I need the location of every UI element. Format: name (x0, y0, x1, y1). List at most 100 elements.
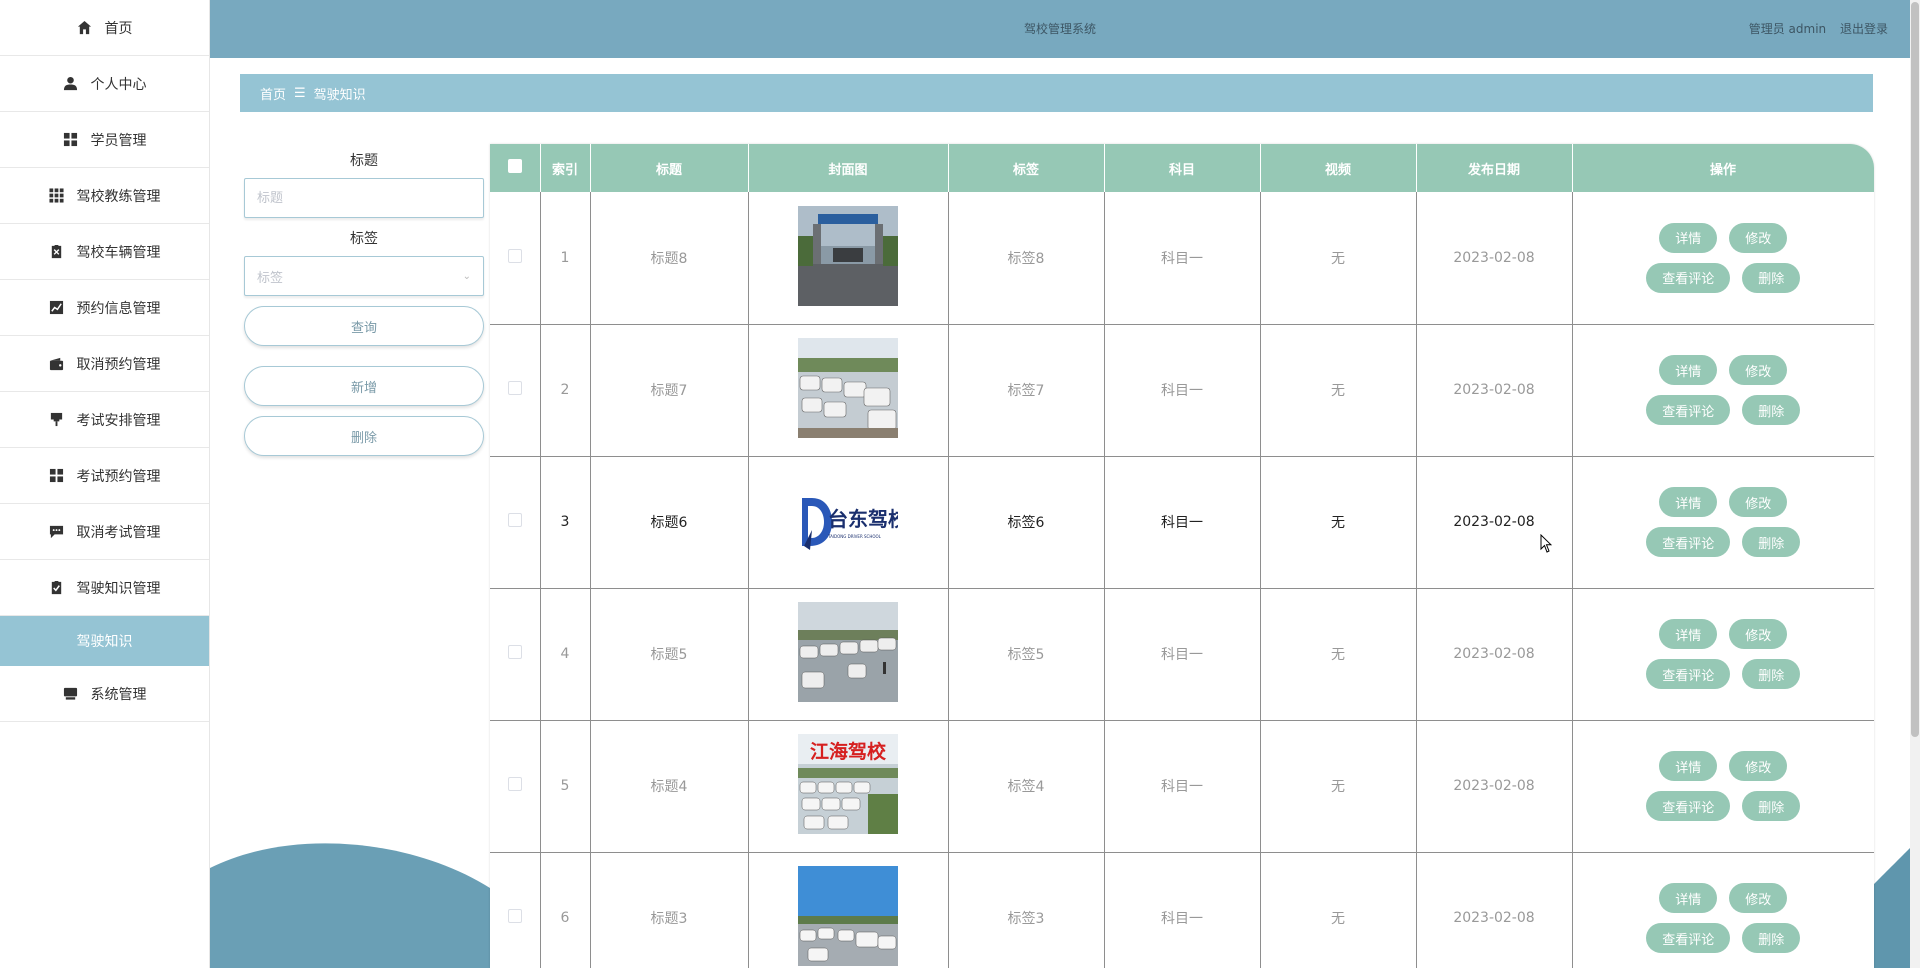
sidebar-item-knowledge[interactable]: 驾驶知识 (0, 616, 209, 666)
scrollbar-thumb[interactable] (1911, 2, 1919, 737)
sidebar-item-system[interactable]: 系统管理 (0, 666, 209, 722)
column-header: 发布日期 (1416, 144, 1573, 192)
row-select-cell[interactable] (490, 192, 541, 325)
subject-cell: 科目一 (1104, 720, 1261, 853)
message-icon (49, 524, 65, 540)
row-select-cell[interactable] (490, 324, 541, 457)
edit-button[interactable]: 修改 (1729, 355, 1788, 385)
video-cell: 无 (1260, 192, 1417, 325)
row-checkbox[interactable] (507, 777, 522, 791)
index-cell: 2 (540, 324, 591, 457)
sidebar-item-label: 系统管理 (90, 686, 147, 703)
cover-cell: 江海驾校 (748, 720, 949, 853)
row-select-cell[interactable] (490, 588, 541, 721)
subject-cell: 科目一 (1104, 852, 1261, 968)
add-button[interactable]: 新增 (244, 366, 484, 406)
cover-logo-text: 台东驾校 (828, 507, 898, 531)
table-row: 4 标题5 标签5 科目一无 2023-02-08 详情 修改 查看评论 删除 (490, 588, 1874, 721)
row-checkbox[interactable] (507, 248, 522, 263)
title-cell: 标题7 (590, 324, 749, 457)
edit-button[interactable]: 修改 (1729, 619, 1788, 649)
view-comments-button[interactable]: 查看评论 (1646, 395, 1731, 425)
title-cell: 标题5 (590, 588, 749, 721)
breadcrumb-home[interactable]: 首页 (260, 84, 286, 103)
sidebar-item-label: 个人中心 (90, 76, 147, 93)
view-comments-button[interactable]: 查看评论 (1646, 527, 1731, 557)
delete-selected-button[interactable]: 删除 (244, 416, 484, 456)
detail-button[interactable]: 详情 (1659, 355, 1718, 385)
column-header: 视频 (1260, 144, 1417, 192)
logout-link[interactable]: 退出登录 (1840, 22, 1888, 36)
subject-cell: 科目一 (1104, 588, 1261, 721)
sidebar-item-cancel-reservations[interactable]: 取消预约管理 (0, 336, 209, 392)
title-search-input[interactable] (244, 178, 484, 218)
query-button[interactable]: 查询 (244, 306, 484, 346)
sidebar-item-cancel-exams[interactable]: 取消考试管理 (0, 504, 209, 560)
column-header: 操作 (1572, 144, 1874, 192)
view-comments-button[interactable]: 查看评论 (1646, 791, 1731, 821)
row-select-cell[interactable] (490, 720, 541, 853)
sidebar-item-reservations[interactable]: 预约信息管理 (0, 280, 209, 336)
delete-button[interactable]: 删除 (1742, 659, 1801, 689)
date-cell: 2023-02-08 (1416, 720, 1573, 853)
delete-button[interactable]: 删除 (1742, 923, 1801, 953)
subject-cell: 科目一 (1104, 192, 1261, 325)
sidebar-item-label: 驾校车辆管理 (76, 244, 161, 261)
select-all-header[interactable] (490, 144, 541, 192)
sidebar: 首页 个人中心 学员管理 驾校教练管理 驾校车辆管理 预约信息管理 取消预约管理… (0, 0, 210, 968)
delete-button[interactable]: 删除 (1742, 262, 1801, 293)
sidebar-item-coaches[interactable]: 驾校教练管理 (0, 168, 209, 224)
delete-button[interactable]: 删除 (1742, 791, 1801, 821)
edit-button[interactable]: 修改 (1729, 883, 1788, 913)
tag-cell: 标签4 (948, 720, 1105, 853)
main-content: 驾校管理系统 管理员 admin 退出登录 首页 ☰ 驾驶知识 标题 标签 标签… (210, 0, 1910, 968)
cover-cell (748, 324, 949, 457)
tag-filter-label: 标签 (350, 231, 378, 247)
sidebar-item-vehicles[interactable]: 驾校车辆管理 (0, 224, 209, 280)
sidebar-item-label: 取消预约管理 (76, 356, 161, 373)
detail-button[interactable]: 详情 (1659, 222, 1718, 253)
cover-cell (748, 192, 949, 325)
apps-icon (49, 188, 65, 204)
sidebar-item-home[interactable]: 首页 (0, 0, 209, 56)
edit-button[interactable]: 修改 (1729, 487, 1788, 517)
view-comments-button[interactable]: 查看评论 (1646, 659, 1731, 689)
edit-button[interactable]: 修改 (1729, 222, 1788, 253)
row-select-cell[interactable] (490, 456, 541, 589)
row-checkbox[interactable] (507, 909, 522, 923)
sidebar-item-students[interactable]: 学员管理 (0, 112, 209, 168)
view-comments-button[interactable]: 查看评论 (1646, 262, 1731, 293)
video-cell: 无 (1260, 456, 1417, 589)
sidebar-item-exam-reservations[interactable]: 考试预约管理 (0, 448, 209, 504)
date-cell: 2023-02-08 (1416, 456, 1573, 589)
sidebar-item-label: 取消考试管理 (76, 524, 161, 541)
view-comments-button[interactable]: 查看评论 (1646, 923, 1731, 953)
index-cell: 4 (540, 588, 591, 721)
sidebar-item-label: 考试安排管理 (76, 412, 161, 429)
page-scrollbar[interactable] (1910, 0, 1920, 968)
detail-button[interactable]: 详情 (1659, 883, 1718, 913)
tag-cell: 标签8 (948, 192, 1105, 325)
row-checkbox[interactable] (507, 513, 522, 527)
tag-select[interactable]: 标签 ⌄ (244, 256, 484, 296)
breadcrumb-separator-icon: ☰ (294, 85, 306, 101)
cover-cell (748, 588, 949, 721)
tag-select-placeholder: 标签 (257, 270, 284, 286)
detail-button[interactable]: 详情 (1659, 751, 1718, 781)
sidebar-item-knowledge-manage[interactable]: 驾驶知识管理 (0, 560, 209, 616)
select-all-checkbox[interactable] (507, 159, 522, 173)
row-checkbox[interactable] (507, 381, 522, 395)
edit-button[interactable]: 修改 (1729, 751, 1788, 781)
row-checkbox[interactable] (507, 645, 522, 659)
row-select-cell[interactable] (490, 852, 541, 968)
pin-icon (49, 412, 65, 428)
detail-button[interactable]: 详情 (1659, 487, 1718, 517)
subject-cell: 科目一 (1104, 456, 1261, 589)
sidebar-item-profile[interactable]: 个人中心 (0, 56, 209, 112)
delete-button[interactable]: 删除 (1742, 395, 1801, 425)
sidebar-item-exam-schedule[interactable]: 考试安排管理 (0, 392, 209, 448)
delete-button[interactable]: 删除 (1742, 527, 1801, 557)
video-cell: 无 (1260, 720, 1417, 853)
cover-logo-subtext: TAIDONG DRIVER SCHOOL (827, 534, 882, 539)
detail-button[interactable]: 详情 (1659, 619, 1718, 649)
